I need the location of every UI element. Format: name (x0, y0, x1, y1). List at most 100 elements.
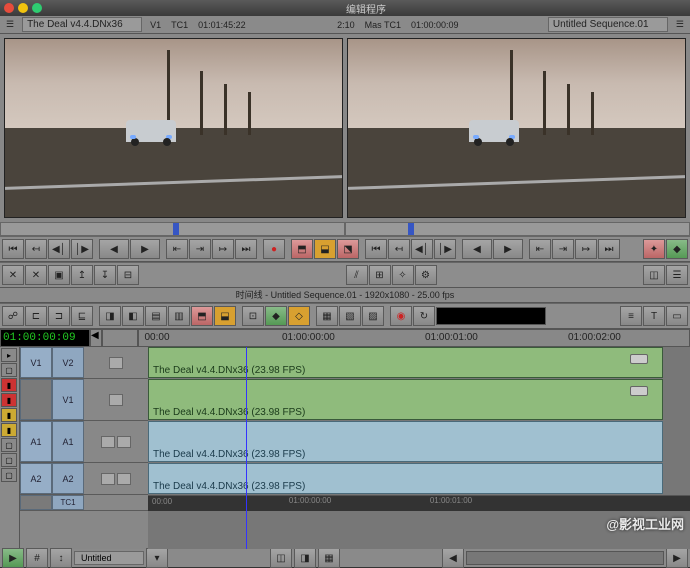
maximize-icon[interactable] (32, 3, 42, 13)
src-patch-a2[interactable]: A2 (20, 463, 52, 494)
video-clip-v1[interactable]: The Deal v4.4.DNx36 (23.98 FPS) (148, 379, 663, 420)
rewind-button[interactable]: ⏮ (2, 239, 24, 259)
add-edit-button[interactable]: ⊟ (117, 265, 139, 285)
tool-button[interactable]: ◨ (99, 306, 121, 326)
text-button[interactable]: T (643, 306, 665, 326)
track-monitor-button[interactable] (109, 357, 123, 369)
tool-button[interactable]: ⊡ (242, 306, 264, 326)
step-back-rec-button[interactable]: ↤ (388, 239, 410, 259)
rec-patch-v1[interactable]: V1 (52, 379, 84, 420)
menu-icon[interactable]: ☰ (674, 19, 686, 30)
minimize-icon[interactable] (18, 3, 28, 13)
in-point-marker[interactable] (173, 223, 179, 235)
menu-icon[interactable]: ☰ (4, 19, 16, 30)
src-patch-empty[interactable] (20, 379, 52, 420)
clear-out-button[interactable]: ✕ (25, 265, 47, 285)
side-tool-yellow[interactable]: ▮ (1, 423, 17, 437)
settings-icon[interactable]: ⚙ (415, 265, 437, 285)
tool-button[interactable]: ▤ (145, 306, 167, 326)
side-tool-red[interactable]: ▮ (1, 378, 17, 392)
h-scrollbar[interactable] (466, 551, 664, 565)
audio-clip-a1[interactable]: The Deal v4.4.DNx36 (23.98 FPS) (148, 421, 663, 462)
mark-in-rec-button[interactable]: ◀│ (411, 239, 433, 259)
scroll-right-icon[interactable]: ▶ (666, 548, 688, 568)
video-clip-v2[interactable]: The Deal v4.4.DNx36 (23.98 FPS) (148, 347, 663, 378)
tool-button[interactable]: ▭ (666, 306, 688, 326)
viewer-position-bar[interactable] (0, 222, 690, 236)
effect-button[interactable]: ✧ (392, 265, 414, 285)
play-loop-button[interactable]: ↻ (413, 306, 435, 326)
record-viewer[interactable] (347, 38, 686, 218)
rec-patch-v2[interactable]: V2 (52, 347, 84, 378)
step-back-button[interactable]: ↤ (25, 239, 47, 259)
current-timecode[interactable]: 01:00:00:09 (0, 329, 90, 347)
effect-icon[interactable] (630, 354, 648, 364)
trim-mode-button[interactable]: ⫽ (346, 265, 368, 285)
dropdown-icon[interactable]: ▾ (146, 548, 168, 568)
mark-out-button[interactable]: │▶ (71, 239, 93, 259)
next-edit-rec-button[interactable]: ⇥ (552, 239, 574, 259)
src-patch-v1[interactable]: V1 (20, 347, 52, 378)
src-patch-a1[interactable]: A1 (20, 421, 52, 462)
step-fwd-rec-button[interactable]: ↦ (575, 239, 597, 259)
audio-fx-button[interactable]: ◉ (390, 306, 412, 326)
tool-button[interactable]: ▨ (362, 306, 384, 326)
prev-edit-button[interactable]: ⇤ (166, 239, 188, 259)
tool-button[interactable]: ◧ (122, 306, 144, 326)
waveform-icon[interactable] (101, 473, 115, 485)
extract-tl-button[interactable]: ⬓ (214, 306, 236, 326)
scroll-left-icon[interactable]: ◀ (90, 329, 102, 347)
side-tool-red[interactable]: ▮ (1, 393, 17, 407)
waveform-icon[interactable] (101, 436, 115, 448)
tool-button[interactable]: ↕ (50, 548, 72, 568)
overwrite-button[interactable]: ⬓ (314, 239, 336, 259)
side-tool[interactable]: ▸ (1, 348, 17, 362)
tool-button[interactable]: ▥ (168, 306, 190, 326)
scroll-left-icon[interactable]: ◀ (442, 548, 464, 568)
sequence-dropdown[interactable]: Untitled Sequence.01 (548, 17, 668, 32)
sync-button[interactable]: ▶ (2, 548, 24, 568)
side-tool[interactable]: ▢ (1, 438, 17, 452)
source-viewer[interactable] (4, 38, 343, 218)
extract-button[interactable]: ↧ (94, 265, 116, 285)
play-reverse-rec-button[interactable]: ◀ (462, 239, 492, 259)
zoom-slider[interactable] (102, 329, 138, 347)
tool-button[interactable]: ⊑ (71, 306, 93, 326)
tool-button[interactable]: ◇ (288, 306, 310, 326)
mark-in-button[interactable]: ◀│ (48, 239, 70, 259)
tool-button[interactable]: ◫ (643, 265, 665, 285)
solo-button[interactable] (117, 436, 131, 448)
rec-patch-a2[interactable]: A2 (52, 463, 84, 494)
side-tool[interactable]: ▢ (1, 468, 17, 482)
playhead[interactable] (246, 347, 247, 549)
side-tool[interactable]: ▢ (1, 453, 17, 467)
playhead-marker[interactable] (408, 223, 414, 235)
effect-icon[interactable] (630, 386, 648, 396)
tool-button[interactable]: ▦ (318, 548, 340, 568)
fast-fwd-rec-button[interactable]: ⏭ (598, 239, 620, 259)
next-edit-button[interactable]: ⇥ (189, 239, 211, 259)
link-button[interactable]: ☍ (2, 306, 24, 326)
play-button[interactable]: ▶ (130, 239, 160, 259)
lift-tl-button[interactable]: ⬒ (191, 306, 213, 326)
tool-button[interactable]: ⊐ (48, 306, 70, 326)
record-button[interactable]: ● (263, 239, 285, 259)
fast-fwd-button[interactable]: ⏭ (235, 239, 257, 259)
color-mode-button[interactable]: ◆ (666, 239, 688, 259)
bin-dropdown[interactable]: Untitled (74, 551, 144, 565)
close-icon[interactable] (4, 3, 14, 13)
view-button[interactable]: ◨ (294, 548, 316, 568)
step-fwd-button[interactable]: ↦ (212, 239, 234, 259)
timeline-ruler[interactable]: 00:00 01:00:00:00 01:00:01:00 01:00:02:0… (138, 329, 690, 347)
view-button[interactable]: ◫ (270, 548, 292, 568)
rec-patch-a1[interactable]: A1 (52, 421, 84, 462)
tool-button[interactable]: ▧ (339, 306, 361, 326)
clear-in-button[interactable]: ✕ (2, 265, 24, 285)
audio-clip-a2[interactable]: The Deal v4.4.DNx36 (23.98 FPS) (148, 463, 663, 494)
solo-button[interactable] (117, 473, 131, 485)
track-monitor-button[interactable] (109, 394, 123, 406)
align-button[interactable]: ≡ (620, 306, 642, 326)
play-reverse-button[interactable]: ◀ (99, 239, 129, 259)
prev-edit-rec-button[interactable]: ⇤ (529, 239, 551, 259)
tool-button[interactable]: ▦ (316, 306, 338, 326)
